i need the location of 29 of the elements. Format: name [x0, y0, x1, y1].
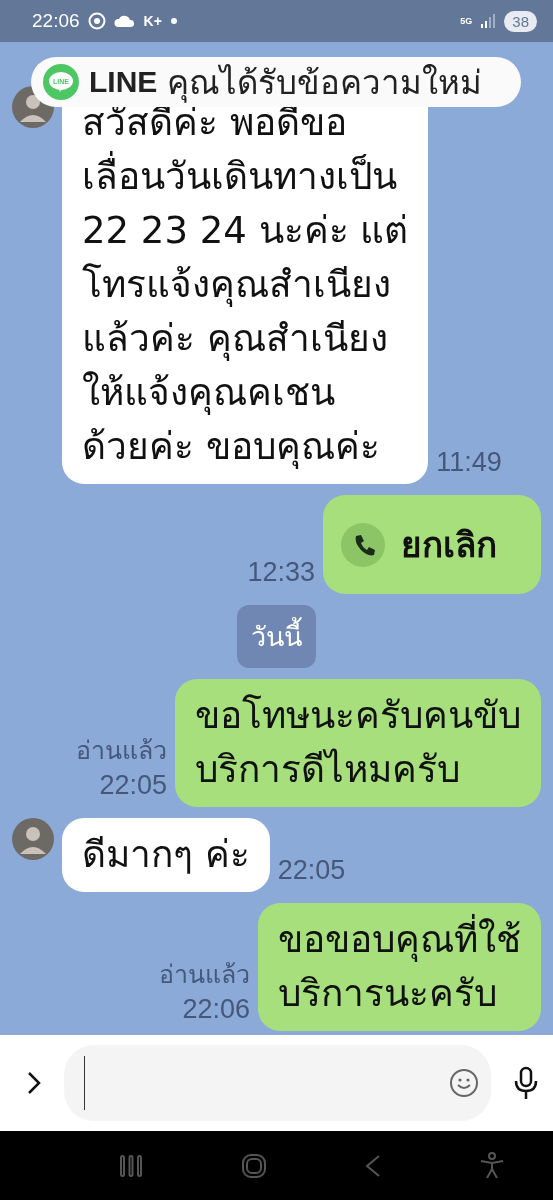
message-bubble: ขอโทษนะครับคนขับ บริการดีไหมครับ — [175, 679, 541, 807]
message-time: 22:05 — [99, 770, 167, 801]
home-icon[interactable] — [239, 1152, 268, 1180]
battery-level: 38 — [504, 10, 537, 32]
cloud-icon — [113, 14, 136, 28]
date-chip: วันนี้ — [237, 605, 316, 668]
network-label: 5G — [460, 16, 473, 26]
signal-icon — [480, 13, 497, 29]
dot-icon — [169, 17, 178, 25]
phone-icon — [341, 522, 385, 567]
message-bubble: ขอขอบคุณที่ใช้ บริการนะครับ — [258, 903, 541, 1031]
avatar[interactable] — [12, 818, 54, 860]
browser-icon — [87, 12, 106, 30]
read-receipt: อ่านแล้ว — [76, 735, 167, 767]
message-time: 12:33 — [247, 557, 315, 588]
emoji-icon[interactable] — [449, 1068, 479, 1098]
read-receipt: อ่านแล้ว — [159, 959, 250, 991]
message-time: 11:49 — [436, 447, 502, 478]
clock: 22:06 — [32, 10, 80, 32]
message-time: 22:05 — [277, 855, 346, 886]
recent-apps-icon[interactable] — [117, 1153, 144, 1179]
message-input[interactable] — [64, 1045, 491, 1121]
message-time: 22:06 — [182, 994, 250, 1025]
chevron-icon[interactable] — [26, 1070, 42, 1096]
accessibility-icon[interactable] — [479, 1152, 506, 1180]
status-label: K+ — [143, 13, 162, 29]
call-bubble[interactable]: ยกเลิก — [323, 495, 541, 594]
message-bubble: ดีมากๆ ค่ะ — [62, 818, 270, 892]
microphone-icon[interactable] — [513, 1066, 539, 1100]
